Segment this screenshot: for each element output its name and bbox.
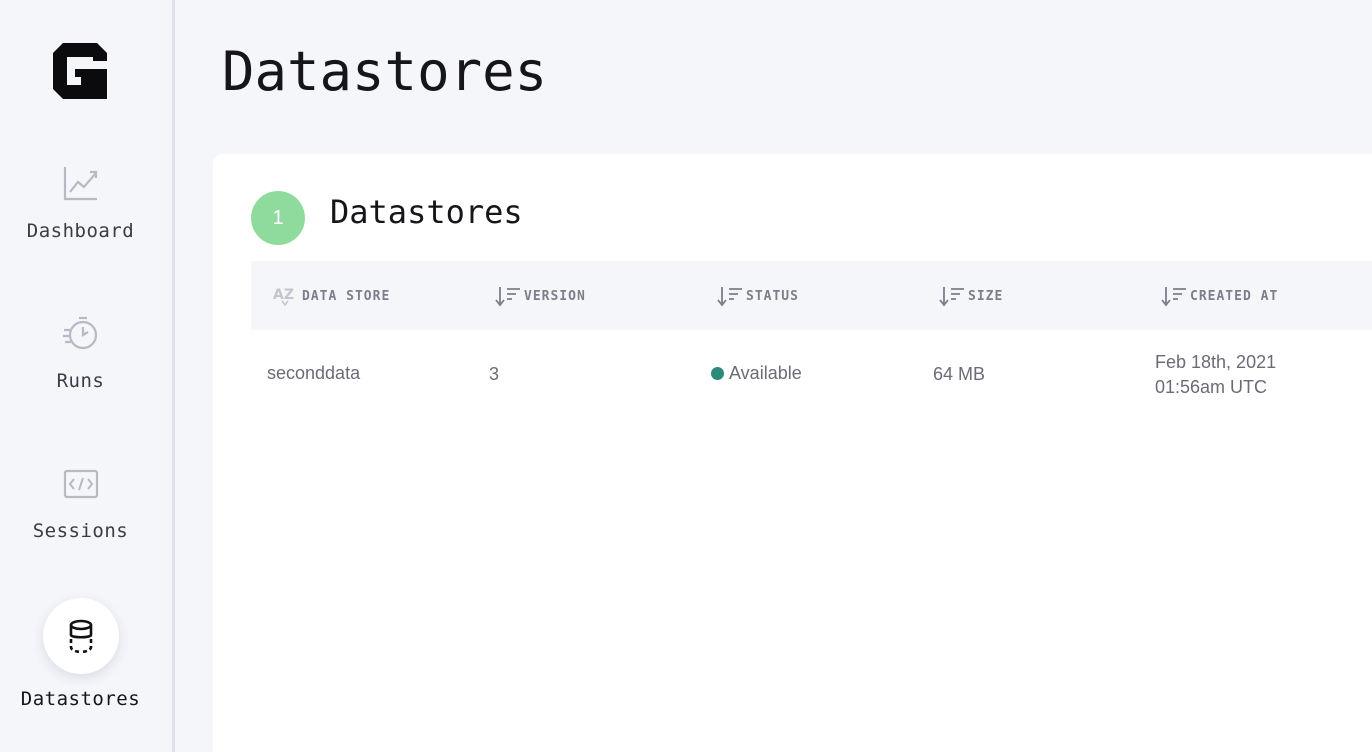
sort-descending-icon bbox=[939, 287, 964, 307]
column-header-version[interactable]: Version bbox=[495, 284, 586, 308]
cell-created-time: 01:56am UTC bbox=[1155, 377, 1268, 397]
sort-descending-icon bbox=[495, 287, 520, 307]
sidebar: Dashboard Runs Sessions Datastores bbox=[0, 0, 172, 752]
sidebar-item-label: Sessions bbox=[32, 520, 129, 542]
logo-icon bbox=[53, 43, 107, 99]
code-window-icon bbox=[63, 469, 99, 499]
svg-text:AZ: AZ bbox=[273, 287, 294, 303]
sidebar-item-label: Runs bbox=[56, 370, 105, 392]
section-title: Datastores bbox=[330, 193, 523, 231]
step-badge: 1 bbox=[251, 191, 305, 245]
cell-created-date: Feb 18th, 2021 bbox=[1155, 352, 1277, 372]
runs-stopwatch-icon bbox=[63, 316, 98, 350]
column-header-created-at[interactable]: Created At bbox=[1161, 284, 1278, 308]
column-header-status[interactable]: Status bbox=[717, 284, 799, 308]
datastores-card bbox=[213, 154, 1372, 752]
sort-descending-icon bbox=[1161, 287, 1186, 307]
sidebar-item-dashboard[interactable]: Dashboard bbox=[0, 160, 172, 250]
status-text: Available bbox=[729, 363, 802, 383]
column-header-data-store[interactable]: AZ Data Store bbox=[273, 284, 390, 308]
column-label: Created At bbox=[1190, 288, 1279, 304]
sidebar-item-label: Dashboard bbox=[26, 220, 135, 242]
cell-data-store: seconddata bbox=[267, 363, 361, 383]
status-dot-icon bbox=[711, 367, 724, 380]
sidebar-item-datastores[interactable]: Datastores bbox=[0, 598, 172, 718]
cell-version: 3 bbox=[489, 364, 500, 384]
column-label: Size bbox=[968, 288, 1004, 304]
column-label: Version bbox=[524, 288, 586, 304]
column-label: Data Store bbox=[302, 288, 391, 304]
cell-size: 64 MB bbox=[933, 364, 986, 384]
sort-descending-icon bbox=[717, 287, 742, 307]
sort-alpha-icon: AZ bbox=[273, 287, 294, 307]
sidebar-item-sessions[interactable]: Sessions bbox=[0, 460, 172, 550]
sidebar-item-runs[interactable]: Runs bbox=[0, 310, 172, 400]
column-label: Status bbox=[746, 288, 799, 304]
chart-line-icon bbox=[63, 167, 98, 201]
column-header-size[interactable]: Size bbox=[939, 284, 1003, 308]
sidebar-item-label: Datastores bbox=[20, 688, 141, 710]
sidebar-divider bbox=[172, 0, 175, 752]
cell-status: Available bbox=[711, 363, 802, 384]
database-icon bbox=[69, 619, 93, 654]
page-title: Datastores bbox=[222, 40, 548, 103]
